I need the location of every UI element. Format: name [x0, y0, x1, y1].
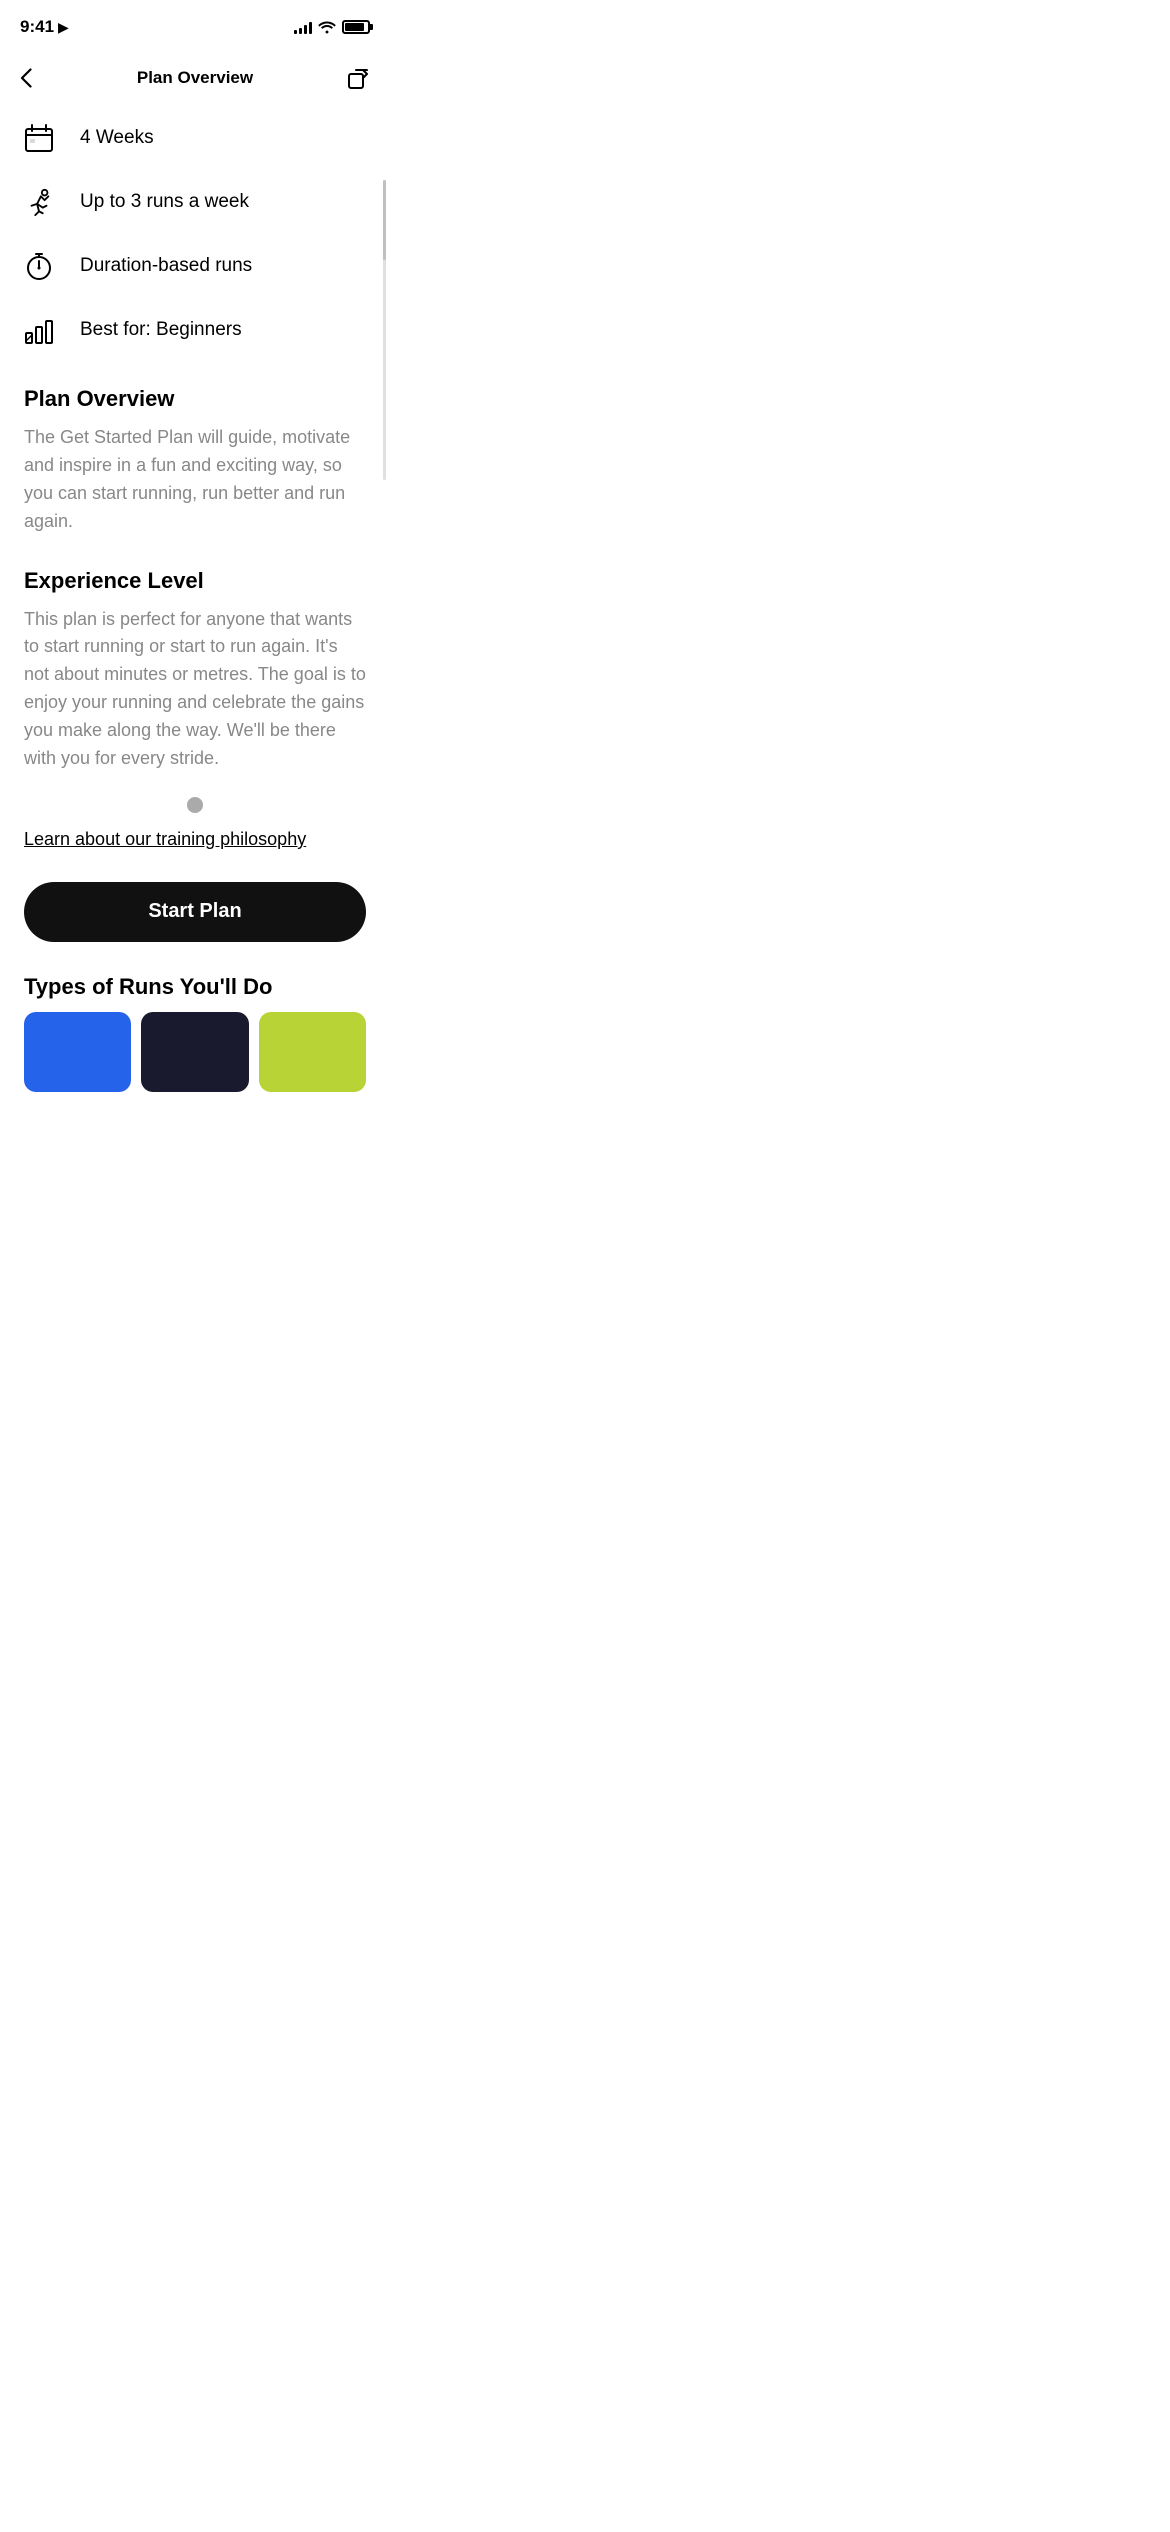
- scrollbar-thumb[interactable]: [383, 180, 386, 260]
- types-of-runs-title: Types of Runs You'll Do: [24, 974, 366, 1000]
- calendar-icon: [24, 120, 60, 156]
- status-icons: [294, 20, 370, 34]
- start-plan-button[interactable]: Start Plan: [24, 882, 366, 942]
- feature-item-duration: Duration-based runs: [24, 234, 366, 298]
- status-bar: 9:41 ▶: [0, 0, 390, 48]
- page-title: Plan Overview: [137, 68, 253, 88]
- content-area: 4 Weeks Up to 3 runs a week: [0, 112, 390, 882]
- start-plan-container: Start Plan: [0, 882, 390, 974]
- scroll-indicator: [187, 797, 203, 813]
- weeks-text: 4 Weeks: [80, 127, 154, 149]
- running-icon: [24, 184, 60, 220]
- plan-overview-body: The Get Started Plan will guide, motivat…: [24, 424, 366, 536]
- run-type-cards: [24, 1012, 366, 1092]
- stopwatch-icon: [24, 248, 60, 284]
- plan-overview-title: Plan Overview: [24, 386, 366, 412]
- feature-item-level: Best for: Beginners: [24, 298, 366, 362]
- runs-per-week-text: Up to 3 runs a week: [80, 191, 249, 213]
- feature-item-weeks: 4 Weeks: [24, 112, 366, 170]
- scrollbar-track: [383, 180, 386, 480]
- location-icon: ▶: [58, 19, 69, 36]
- run-type-card-blue[interactable]: [24, 1012, 131, 1092]
- best-for-text: Best for: Beginners: [80, 319, 242, 341]
- status-time: 9:41: [20, 17, 54, 37]
- training-philosophy-link[interactable]: Learn about our training philosophy: [24, 829, 306, 850]
- battery-icon: [342, 20, 370, 34]
- nav-header: Plan Overview: [0, 48, 390, 112]
- duration-text: Duration-based runs: [80, 255, 252, 277]
- wifi-icon: [318, 20, 336, 34]
- run-type-card-dark[interactable]: [141, 1012, 248, 1092]
- back-button[interactable]: [20, 56, 64, 100]
- experience-level-title: Experience Level: [24, 568, 366, 594]
- run-type-card-green[interactable]: [259, 1012, 366, 1092]
- signal-icon: [294, 20, 312, 34]
- experience-level-section: Experience Level This plan is perfect fo…: [24, 568, 366, 781]
- level-icon: [24, 312, 60, 348]
- share-button[interactable]: [326, 56, 370, 100]
- feature-item-runs: Up to 3 runs a week: [24, 170, 366, 234]
- experience-level-body: This plan is perfect for anyone that wan…: [24, 606, 366, 773]
- types-of-runs-section: Types of Runs You'll Do: [0, 974, 390, 1092]
- plan-overview-section: Plan Overview The Get Started Plan will …: [24, 386, 366, 544]
